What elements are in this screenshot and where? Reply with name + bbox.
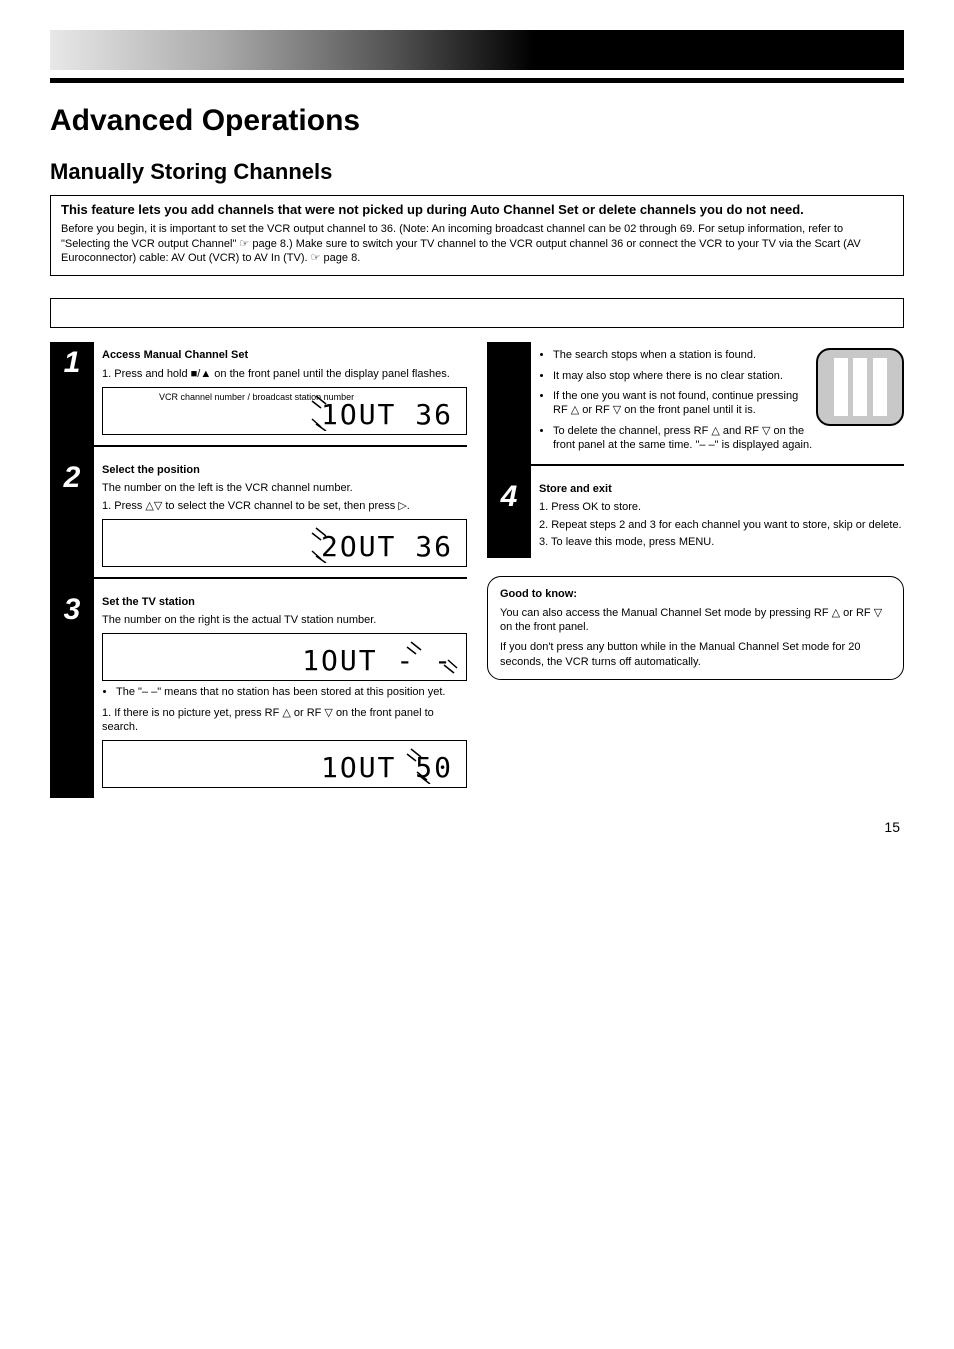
step-5-text-2: 2. Repeat steps 2 and 3 for each channel… xyxy=(539,518,904,532)
step-1-text: 1. Press and hold ■/▲ on the front panel… xyxy=(102,367,467,381)
good-to-know-line-1: You can also access the Manual Channel S… xyxy=(500,606,891,635)
tv-stripe xyxy=(853,358,867,416)
step-2-text-1: The number on the left is the VCR channe… xyxy=(102,481,467,495)
lcd-channel-label: VCR channel number / broadcast station n… xyxy=(159,392,354,404)
step-2-text-2: 1. Press △▽ to select the VCR channel to… xyxy=(102,499,467,513)
svg-text:2OUT 36: 2OUT 36 xyxy=(321,530,453,563)
step-number-badge: 2 xyxy=(50,457,94,577)
step-3-text-2: 1. If there is no picture yet, press RF … xyxy=(102,706,467,735)
tv-illustration xyxy=(816,348,904,426)
step-3-bullet: The "– –" means that no station has been… xyxy=(116,685,467,699)
good-to-know-heading: Good to know: xyxy=(500,587,891,601)
step-5-text-3: 3. To leave this mode, press MENU. xyxy=(539,535,904,549)
header-rule xyxy=(50,78,904,83)
step-2-heading: Select the position xyxy=(102,463,467,477)
tv-stripe xyxy=(873,358,887,416)
svg-text:1OUT - -: 1OUT - - xyxy=(302,644,453,677)
note-box xyxy=(50,298,904,328)
step-3: 3 Set the TV station The number on the r… xyxy=(50,589,467,798)
step-3-heading: Set the TV station xyxy=(102,595,467,609)
lcd-display-2: 2OUT 36 xyxy=(102,519,467,567)
tv-stripe xyxy=(834,358,848,416)
step-number-badge: 1 xyxy=(50,342,94,445)
step-2: 2 Select the position The number on the … xyxy=(50,457,467,577)
page-title: Advanced Operations xyxy=(50,101,904,140)
step-number-badge-empty xyxy=(487,342,531,464)
section-heading: Manually Storing Channels xyxy=(50,158,904,187)
step-5-heading: Store and exit xyxy=(539,482,904,496)
info-box-heading: This feature lets you add channels that … xyxy=(61,202,893,219)
svg-text:1OUT 50: 1OUT 50 xyxy=(321,751,453,784)
step-3-bullets: The "– –" means that no station has been… xyxy=(102,685,467,699)
page-number: 15 xyxy=(50,818,904,836)
header-black-block xyxy=(534,30,904,70)
lcd-display-3: 1OUT - - xyxy=(102,633,467,681)
good-to-know-line-2: If you don't press any button while in t… xyxy=(500,640,891,669)
step-1: 1 Access Manual Channel Set 1. Press and… xyxy=(50,342,467,445)
step-5-text-1: 1. Press OK to store. xyxy=(539,500,904,514)
lcd-readout-3: 1OUT - - xyxy=(258,637,458,677)
good-to-know-box: Good to know: You can also access the Ma… xyxy=(487,576,904,679)
step-5: 4 Store and exit 1. Press OK to store. 2… xyxy=(487,476,904,558)
step-3-text-1: The number on the right is the actual TV… xyxy=(102,613,467,627)
lcd-display-4: 1OUT 50 xyxy=(102,740,467,788)
step-number-badge: 4 xyxy=(487,476,531,558)
feature-info-box: This feature lets you add channels that … xyxy=(50,195,904,277)
step-4-bullet-4: To delete the channel, press RF △ and RF… xyxy=(553,424,904,453)
step-number-badge: 3 xyxy=(50,589,94,798)
lcd-display-1: VCR channel number / broadcast station n… xyxy=(102,387,467,435)
header-gradient xyxy=(50,30,534,70)
step-1-heading: Access Manual Channel Set xyxy=(102,348,467,362)
step-4-continuation: The search stops when a station is found… xyxy=(487,342,904,464)
lcd-readout-4: 1OUT 50 xyxy=(258,744,458,784)
lcd-readout-2: 2OUT 36 xyxy=(258,523,458,563)
info-box-paragraph: Before you begin, it is important to set… xyxy=(61,222,893,265)
header-banner xyxy=(50,30,904,70)
